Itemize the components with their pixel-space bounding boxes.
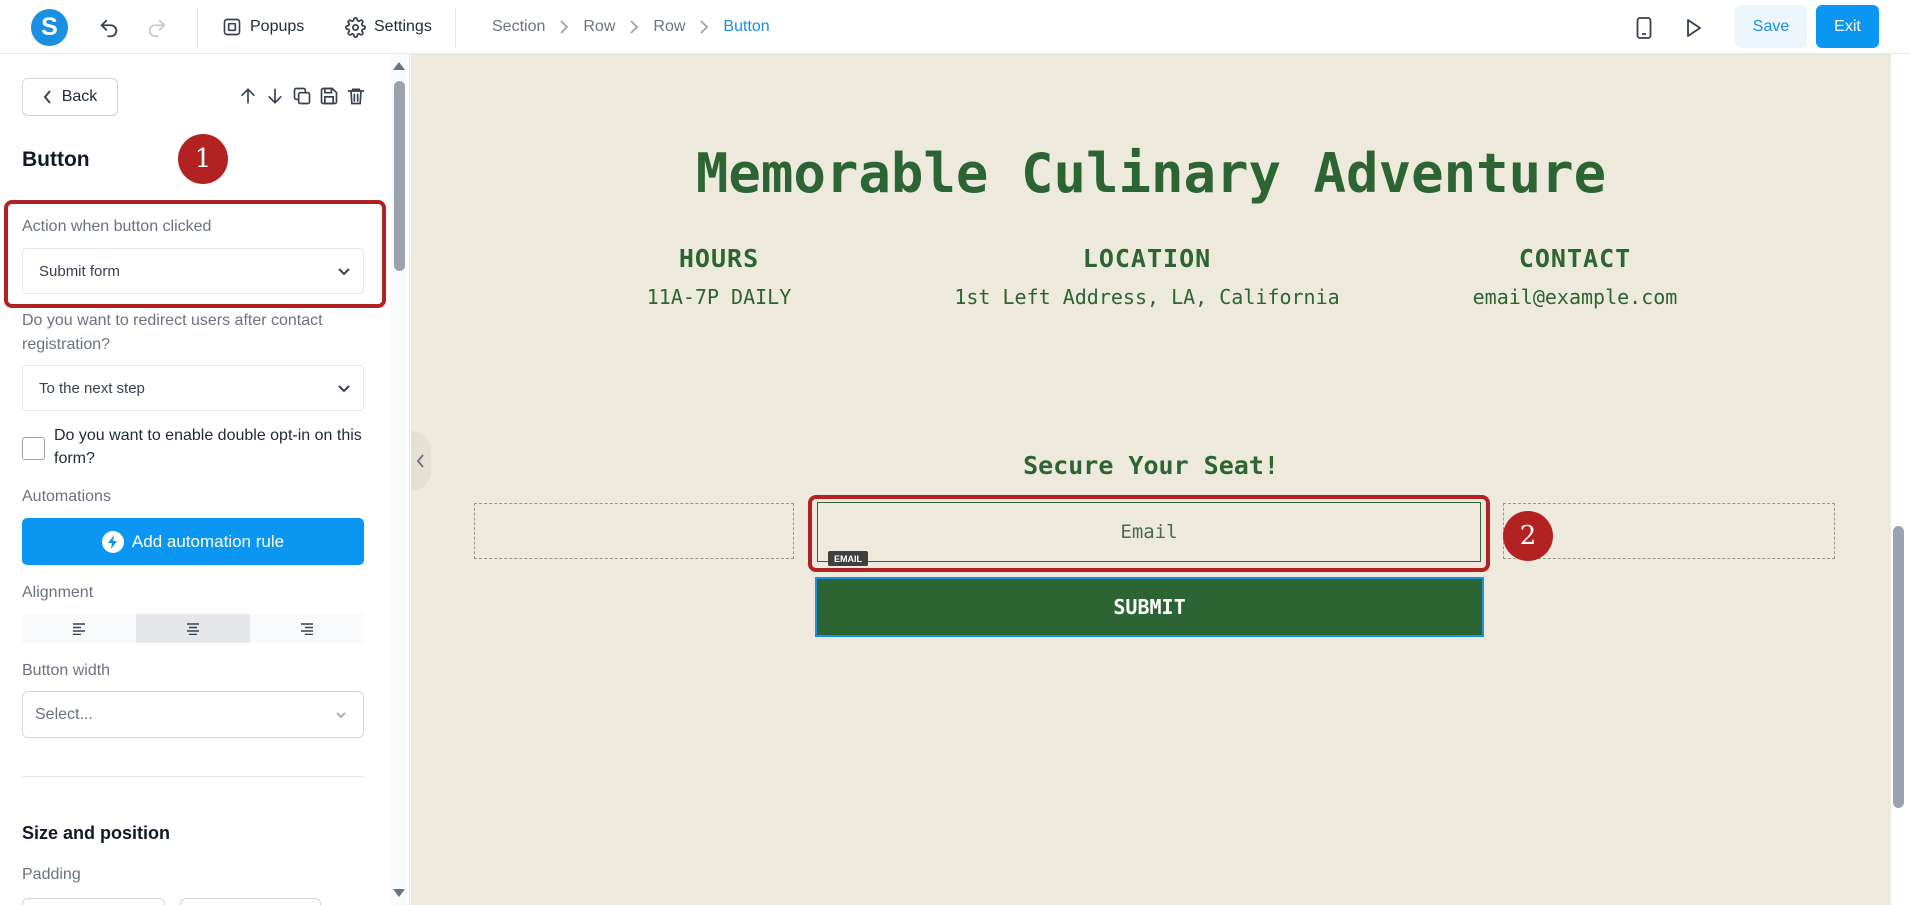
chevron-down-icon bbox=[338, 268, 350, 276]
padding-label: Padding bbox=[22, 866, 81, 883]
breadcrumb-item-row[interactable]: Row bbox=[583, 18, 615, 36]
redirect-select-value: To the next step bbox=[39, 379, 145, 397]
popups-button[interactable]: Popups bbox=[222, 14, 304, 40]
section-divider bbox=[22, 776, 364, 777]
empty-column-placeholder[interactable] bbox=[1503, 503, 1835, 559]
chevron-right-icon bbox=[629, 20, 639, 34]
redo-icon[interactable] bbox=[144, 15, 170, 41]
undo-icon[interactable] bbox=[96, 15, 122, 41]
play-preview-icon[interactable] bbox=[1681, 14, 1707, 42]
arrow-up-icon[interactable] bbox=[238, 86, 258, 111]
element-tools bbox=[238, 86, 366, 111]
redirect-select[interactable]: To the next step bbox=[22, 365, 364, 411]
info-heading: HOURS bbox=[678, 244, 760, 273]
popups-label: Popups bbox=[250, 18, 305, 35]
breadcrumb: Section Row Row Button bbox=[492, 14, 770, 40]
canvas-scrollbar-thumb[interactable] bbox=[1893, 526, 1904, 808]
gear-icon bbox=[345, 16, 366, 38]
chevron-down-icon bbox=[336, 712, 346, 719]
step-marker-2: 2 bbox=[1503, 511, 1553, 561]
info-column-hours[interactable]: HOURS 11A-7P DAILY bbox=[519, 244, 919, 309]
button-width-select[interactable]: Select... bbox=[22, 691, 364, 738]
align-left-button[interactable] bbox=[22, 614, 136, 643]
duplicate-icon[interactable] bbox=[292, 86, 312, 111]
breadcrumb-item-button[interactable]: Button bbox=[723, 18, 769, 36]
properties-panel: Back Button 1 Action when button clicked… bbox=[0, 54, 410, 905]
settings-label: Settings bbox=[374, 18, 432, 35]
info-value: 11A-7P DAILY bbox=[646, 285, 792, 309]
alignment-group bbox=[22, 614, 364, 643]
email-field-tag: EMAIL bbox=[828, 551, 868, 566]
exit-button[interactable]: Exit bbox=[1816, 5, 1879, 48]
scroll-up-arrow-icon[interactable] bbox=[393, 62, 405, 70]
info-column-contact[interactable]: CONTACT email@example.com bbox=[1375, 244, 1775, 309]
panel-scrollbar-thumb[interactable] bbox=[394, 81, 405, 271]
align-center-icon bbox=[187, 622, 199, 635]
popups-icon bbox=[223, 18, 241, 36]
app-logo[interactable]: S bbox=[31, 9, 68, 46]
action-label: Action when button clicked bbox=[22, 218, 212, 235]
align-center-button[interactable] bbox=[136, 614, 250, 643]
info-column-location[interactable]: LOCATION 1st Left Address, LA, Californi… bbox=[947, 244, 1347, 309]
chevron-right-icon bbox=[559, 20, 569, 34]
padding-input[interactable] bbox=[180, 898, 321, 905]
save-element-icon[interactable] bbox=[319, 86, 339, 111]
back-button[interactable]: Back bbox=[22, 78, 118, 116]
chevron-right-icon bbox=[699, 20, 709, 34]
breadcrumb-item-row[interactable]: Row bbox=[653, 18, 685, 36]
add-automation-rule-button[interactable]: Add automation rule bbox=[22, 518, 364, 565]
mobile-preview-icon[interactable] bbox=[1631, 14, 1657, 42]
step-marker-1: 1 bbox=[178, 134, 228, 184]
top-toolbar: S Popups Settings Section Row Row Button… bbox=[0, 0, 1910, 54]
redirect-label: Do you want to redirect users after cont… bbox=[22, 312, 323, 353]
panel-title: Button bbox=[22, 148, 90, 171]
button-width-placeholder: Select... bbox=[35, 705, 93, 723]
back-label: Back bbox=[61, 88, 98, 105]
hero-title[interactable]: Memorable Culinary Adventure bbox=[411, 142, 1891, 205]
page-canvas: Memorable Culinary Adventure HOURS 11A-7… bbox=[411, 54, 1891, 905]
save-button[interactable]: Save bbox=[1735, 5, 1807, 48]
add-automation-label: Add automation rule bbox=[131, 531, 285, 551]
breadcrumb-item-section[interactable]: Section bbox=[492, 18, 545, 36]
email-input[interactable]: Email bbox=[817, 502, 1481, 562]
automations-label: Automations bbox=[22, 488, 111, 505]
padding-input[interactable] bbox=[22, 898, 165, 905]
scroll-down-arrow-icon[interactable] bbox=[393, 889, 405, 897]
form-title[interactable]: Secure Your Seat! bbox=[411, 451, 1891, 480]
button-width-label: Button width bbox=[22, 662, 111, 679]
double-optin-checkbox[interactable] bbox=[22, 437, 45, 460]
chevron-down-icon bbox=[338, 385, 350, 393]
info-value: 1st Left Address, LA, California bbox=[954, 285, 1340, 309]
align-right-icon bbox=[301, 622, 313, 635]
double-optin-label: Do you want to enable double opt-in on t… bbox=[54, 427, 362, 467]
bolt-icon bbox=[101, 530, 124, 553]
action-select-value: Submit form bbox=[39, 262, 120, 280]
submit-button[interactable]: SUBMIT bbox=[815, 577, 1484, 637]
chevron-left-icon bbox=[43, 90, 51, 104]
align-right-button[interactable] bbox=[250, 614, 364, 643]
info-heading: CONTACT bbox=[1518, 244, 1632, 273]
toolbar-divider bbox=[197, 8, 198, 48]
info-heading: LOCATION bbox=[1082, 244, 1212, 273]
empty-column-placeholder[interactable] bbox=[474, 503, 794, 559]
align-left-icon bbox=[73, 622, 85, 635]
arrow-down-icon[interactable] bbox=[265, 86, 285, 111]
size-position-title: Size and position bbox=[22, 823, 171, 843]
action-select[interactable]: Submit form bbox=[22, 248, 364, 294]
info-value: email@example.com bbox=[1472, 285, 1678, 309]
toolbar-divider bbox=[455, 8, 456, 48]
trash-icon[interactable] bbox=[346, 86, 366, 111]
settings-button[interactable]: Settings bbox=[345, 14, 432, 40]
alignment-label: Alignment bbox=[22, 584, 94, 601]
